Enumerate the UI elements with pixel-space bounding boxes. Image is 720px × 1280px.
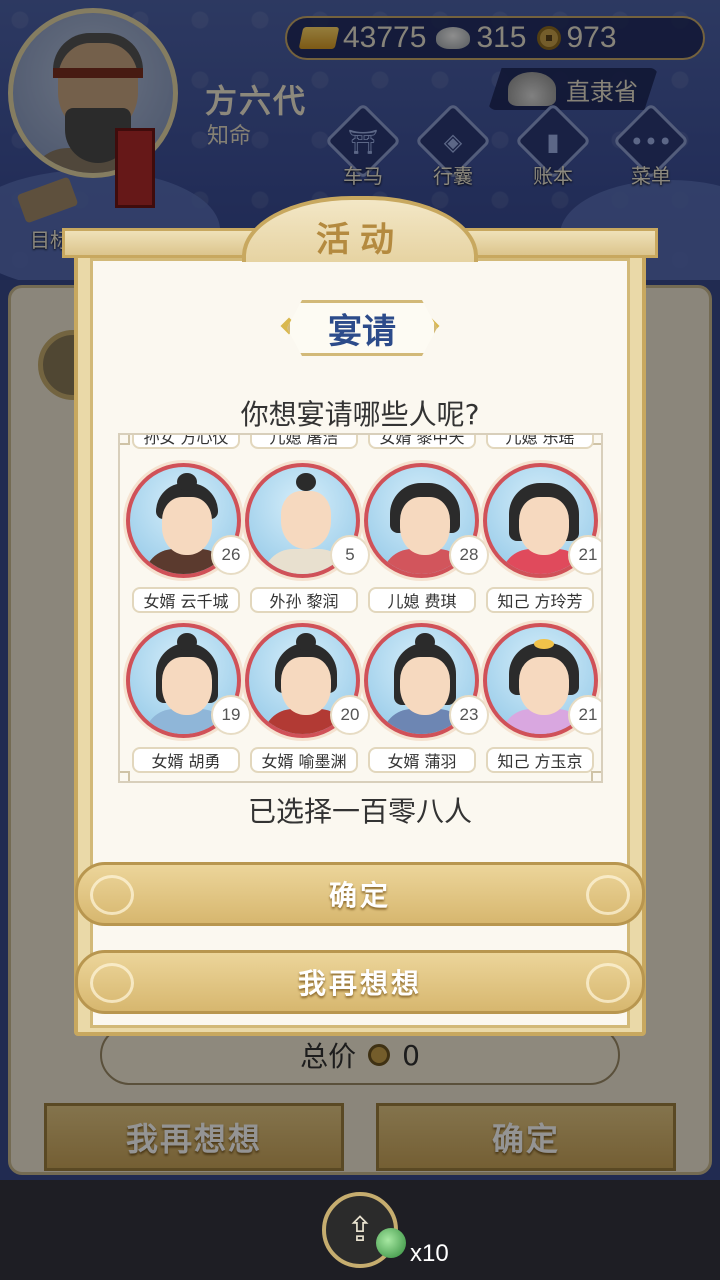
guest-card[interactable]: 28 bbox=[364, 463, 489, 578]
guest-card[interactable]: 20 bbox=[245, 623, 370, 738]
portrait-face bbox=[519, 657, 569, 715]
corner-ornament bbox=[591, 771, 601, 781]
portrait-bun bbox=[177, 633, 197, 651]
share-count: x10 bbox=[410, 1240, 449, 1267]
guest-card[interactable]: 21 bbox=[483, 623, 601, 738]
portrait-bun bbox=[177, 473, 197, 491]
reconsider-label: 我再想想 bbox=[297, 967, 422, 1000]
guest-card[interactable]: 5 bbox=[245, 463, 370, 578]
portrait-face bbox=[400, 497, 450, 555]
portrait-hairpin bbox=[534, 639, 554, 649]
corner-ornament bbox=[120, 435, 130, 445]
cloud-ornament-icon bbox=[90, 963, 134, 1003]
cloud-ornament-icon bbox=[90, 875, 134, 915]
guest-name-tag: 知己 方玲芳 bbox=[486, 587, 594, 613]
cloud-ornament-icon bbox=[586, 875, 630, 915]
guest-name-tag: 儿媳 乐瑶 bbox=[486, 435, 594, 449]
guest-name-tag: 女婿 云千城 bbox=[132, 587, 240, 613]
dialog-title: 活动 bbox=[316, 220, 404, 260]
portrait-bun bbox=[296, 473, 316, 491]
guest-name-tag: 儿媳 屠洁 bbox=[250, 435, 358, 449]
portrait-face bbox=[162, 497, 212, 555]
confirm-button[interactable]: 确定 bbox=[75, 862, 645, 926]
guest-name-tag: 女婿 喻墨渊 bbox=[250, 747, 358, 773]
portrait-face bbox=[400, 657, 450, 715]
portrait-face bbox=[162, 657, 212, 715]
guest-name-tag: 女婿 黎中天 bbox=[368, 435, 476, 449]
portrait-bun bbox=[415, 633, 435, 651]
guest-age: 21 bbox=[568, 535, 601, 575]
guest-name-tag: 女婿 胡勇 bbox=[132, 747, 240, 773]
cloud-ornament-icon bbox=[586, 963, 630, 1003]
guest-name-tag: 女婿 蒲羽 bbox=[368, 747, 476, 773]
guest-name-tag: 知己 方玉京 bbox=[486, 747, 594, 773]
confirm-label: 确定 bbox=[328, 879, 391, 912]
share-icon: ⇪ bbox=[345, 1210, 375, 1250]
corner-ornament bbox=[120, 771, 130, 781]
guest-card[interactable]: 26 bbox=[126, 463, 251, 578]
guest-name-tag: 外孙 黎润 bbox=[250, 587, 358, 613]
portrait-face bbox=[281, 657, 331, 715]
guest-card[interactable]: 21 bbox=[483, 463, 601, 578]
guest-name-tag: 孙女 方心仪 bbox=[132, 435, 240, 449]
guest-age: 21 bbox=[568, 695, 601, 735]
section-title: 宴请 bbox=[287, 300, 437, 356]
selected-count: 已选择一百零八人 bbox=[247, 795, 472, 828]
portrait-bun bbox=[296, 633, 316, 651]
guest-name-tag: 儿媳 费琪 bbox=[368, 587, 476, 613]
reconsider-button[interactable]: 我再想想 bbox=[75, 950, 645, 1014]
portrait-face bbox=[519, 497, 569, 555]
guest-card[interactable]: 19 bbox=[126, 623, 251, 738]
guest-grid[interactable]: 孙女 方心仪 儿媳 屠洁 女婿 黎中天 儿媳 乐瑶 26 5 28 21 女婿 … bbox=[118, 433, 603, 783]
guest-card[interactable]: 23 bbox=[364, 623, 489, 738]
invite-question: 你想宴请哪些人呢? bbox=[240, 398, 480, 431]
jade-gem-icon bbox=[376, 1228, 406, 1258]
portrait-face bbox=[281, 491, 331, 549]
